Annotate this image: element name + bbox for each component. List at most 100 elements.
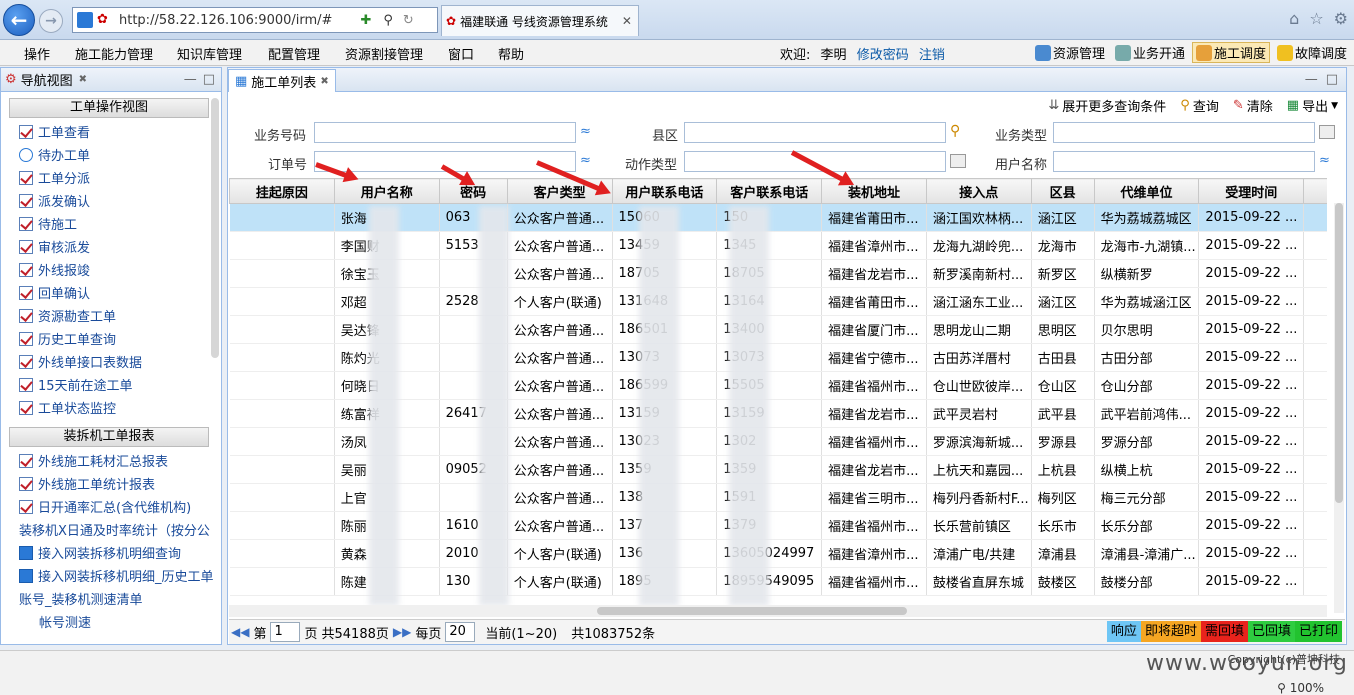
nav-item[interactable]: 装移机X日通及时率统计（按分公 (1, 518, 221, 541)
nav-item[interactable]: 日开通率汇总(含代维机构) (1, 495, 221, 518)
column-header[interactable]: 装机地址 (821, 178, 927, 204)
list-picker-icon[interactable] (950, 154, 966, 168)
next-page-icon[interactable]: ▶▶ (393, 625, 411, 639)
first-page-icon[interactable]: ◀◀ (231, 625, 249, 639)
user-name-input[interactable] (1053, 151, 1315, 172)
change-password-link[interactable]: 修改密码 (857, 48, 909, 63)
nav-item-label: 工单分派 (38, 172, 91, 187)
scroll-thumb[interactable] (597, 607, 907, 615)
checklist-icon (19, 239, 33, 254)
menu-resource-cutover[interactable]: 资源割接管理 (345, 44, 423, 63)
home-icon[interactable]: ⌂ (1289, 9, 1299, 28)
search-icon[interactable]: ⚲ (383, 13, 393, 28)
nav-scrollbar[interactable] (211, 98, 219, 358)
lookup-icon[interactable]: ≈ (1319, 154, 1335, 168)
nav-item[interactable]: 账号_装移机测速清单 (1, 587, 221, 610)
biz-type-input[interactable] (1053, 122, 1315, 143)
nav-item[interactable]: 15天前在途工单 (1, 373, 221, 396)
export-button[interactable]: ▦ 导出 ▼ (1287, 96, 1338, 115)
table-cell: 2015-09-22 ... (1198, 231, 1305, 260)
nav-item[interactable]: 外线施工单统计报表 (1, 472, 221, 495)
table-cell: 漳浦广电/共建 (926, 539, 1032, 568)
nav-item[interactable]: 外线单接口表数据 (1, 350, 221, 373)
list-picker-icon[interactable] (1319, 125, 1335, 139)
menu-window[interactable]: 窗口 (448, 44, 474, 63)
nav-item[interactable]: 待办工单 (1, 143, 221, 166)
minimize-icon[interactable]: — (184, 72, 197, 87)
column-header[interactable]: 受理时间 (1198, 178, 1305, 204)
table-cell: 公众客户普通... (507, 455, 613, 484)
current-range: 当前(1~20) (485, 626, 558, 642)
favorites-icon[interactable]: ☆ (1309, 9, 1323, 28)
grid-horizontal-scrollbar[interactable] (229, 605, 1327, 617)
nav-item[interactable]: 接入网装拆移机明细查询 (1, 541, 221, 564)
menu-construction-capacity[interactable]: 施工能力管理 (75, 44, 153, 63)
nav-item[interactable]: 接入网装拆移机明细_历史工单 (1, 564, 221, 587)
column-header[interactable]: 接入点 (925, 178, 1032, 204)
nav-item[interactable]: 待施工 (1, 212, 221, 235)
search-icon[interactable]: ⚲ (950, 123, 966, 139)
menu-knowledge-base[interactable]: 知识库管理 (177, 44, 242, 63)
settings-gear-icon[interactable]: ⚙ (1334, 9, 1348, 28)
address-bar[interactable]: ✿ http://58.22.126.106:9000/irm/# ✚ ⚲ ↻ (72, 7, 438, 33)
maximize-icon[interactable]: □ (203, 72, 215, 87)
logout-link[interactable]: 注销 (919, 48, 945, 63)
menu-config[interactable]: 配置管理 (268, 44, 320, 63)
maximize-icon[interactable]: □ (1326, 72, 1338, 87)
lookup-icon[interactable]: ≈ (580, 154, 596, 168)
tab-work-order-list[interactable]: ▦ 施工单列表 ✖ (228, 69, 336, 92)
nav-item[interactable]: 帐号测速 (1, 610, 221, 633)
nav-item[interactable]: 审核派发 (1, 235, 221, 258)
column-header[interactable]: 用户联系电话 (611, 178, 718, 204)
nav-item[interactable]: 回单确认 (1, 281, 221, 304)
forward-button[interactable]: → (39, 9, 63, 33)
nav-item[interactable]: 工单查看 (1, 120, 221, 143)
nav-item[interactable]: 工单状态监控 (1, 396, 221, 419)
report-icon (19, 568, 33, 583)
nav-item[interactable]: 派发确认 (1, 189, 221, 212)
table-cell (1303, 483, 1327, 512)
nav-item[interactable]: 外线报竣 (1, 258, 221, 281)
quick-service-activation[interactable]: 业务开通 (1112, 42, 1188, 63)
menu-operations[interactable]: 操作 (24, 44, 50, 63)
per-page-input[interactable]: 20 (445, 622, 476, 642)
biz-no-input[interactable] (314, 122, 576, 143)
close-icon[interactable]: ✖ (320, 76, 328, 87)
column-header[interactable]: CRM预 (1303, 178, 1327, 204)
minimize-icon[interactable]: — (1305, 72, 1318, 87)
close-icon[interactable]: ✖ (79, 74, 87, 85)
welcome-label: 欢迎: (780, 48, 811, 63)
grid-vertical-scrollbar[interactable] (1334, 203, 1344, 613)
dropdown-icon[interactable]: ▼ (1331, 101, 1338, 111)
lookup-icon[interactable]: ≈ (580, 125, 596, 139)
table-cell (229, 343, 335, 372)
nav-item[interactable]: 工单分派 (1, 166, 221, 189)
clear-button[interactable]: ✎ 清除 (1233, 96, 1273, 115)
refresh-icon[interactable]: ↻ (403, 13, 414, 28)
column-header[interactable]: 客户联系电话 (716, 178, 823, 204)
table-cell (1303, 567, 1327, 596)
column-header[interactable]: 区县 (1030, 178, 1095, 204)
table-cell: 梅列丹香新村F... (926, 483, 1032, 512)
compat-icon[interactable]: ✚ (360, 13, 371, 28)
zoom-level[interactable]: ⚲ 100% (1277, 681, 1324, 695)
back-button[interactable]: ← (3, 4, 35, 36)
column-header[interactable]: 挂起原因 (229, 178, 335, 204)
nav-item[interactable]: 资源勘查工单 (1, 304, 221, 327)
section-work-order-view[interactable]: 工单操作视图 (9, 98, 209, 118)
nav-item[interactable]: 外线施工耗材汇总报表 (1, 449, 221, 472)
close-tab-icon[interactable]: ✕ (622, 14, 632, 28)
column-header[interactable]: 代维单位 (1093, 178, 1200, 204)
section-install-reports[interactable]: 装拆机工单报表 (9, 427, 209, 447)
menu-help[interactable]: 帮助 (498, 44, 524, 63)
browser-tab[interactable]: ✿ 福建联通 号线资源管理系统 ✕ (441, 5, 639, 36)
quick-construction-dispatch[interactable]: 施工调度 (1191, 42, 1270, 63)
nav-item[interactable]: 历史工单查询 (1, 327, 221, 350)
page-number-input[interactable]: 1 (270, 622, 301, 642)
query-button[interactable]: ⚲ 查询 (1180, 96, 1219, 115)
expand-query-button[interactable]: ⇊ 展开更多查询条件 (1048, 96, 1166, 115)
county-input[interactable] (684, 122, 946, 143)
scroll-thumb[interactable] (1335, 203, 1343, 503)
quick-resource-management[interactable]: 资源管理 (1032, 42, 1108, 63)
quick-fault-dispatch[interactable]: 故障调度 (1274, 42, 1350, 63)
